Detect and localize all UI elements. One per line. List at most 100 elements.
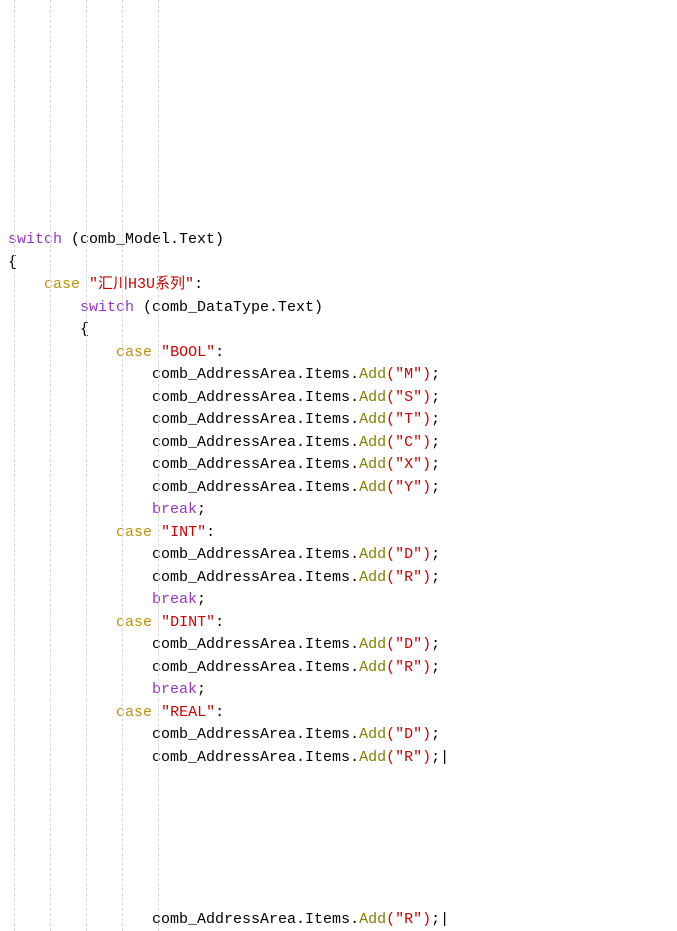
call-prefix: comb_AddressArea.Items.: [152, 411, 359, 428]
keyword-switch: switch: [8, 231, 62, 248]
line-1: switch (comb_Model.Text): [8, 231, 224, 248]
keyword-switch: switch: [80, 299, 134, 316]
semi: ;: [431, 456, 440, 473]
arg-s: ("S"): [386, 389, 431, 406]
line-24: comb_AddressArea.Items.Add("R");|: [8, 749, 449, 766]
semi: ;: [431, 411, 440, 428]
semi: ;: [431, 546, 440, 563]
line-9: comb_AddressArea.Items.Add("T");: [8, 411, 440, 428]
method-add: Add: [359, 749, 386, 766]
semi: ;: [431, 636, 440, 653]
keyword-break: break: [152, 501, 197, 518]
semi: ;: [431, 366, 440, 383]
line-13: break;: [8, 501, 206, 518]
line-17: break;: [8, 591, 206, 608]
line-18: case "DINT":: [8, 614, 224, 631]
arg-c: ("C"): [386, 434, 431, 451]
case-label-bool: "BOOL": [161, 344, 215, 361]
arg-x: ("X"): [386, 456, 431, 473]
semi: ;: [431, 434, 440, 451]
line-19: comb_AddressArea.Items.Add("D");: [8, 636, 440, 653]
colon: :: [215, 614, 224, 631]
method-add: Add: [359, 726, 386, 743]
case-label-int: "INT": [161, 524, 206, 541]
line-22: case "REAL":: [8, 704, 224, 721]
line-5: {: [8, 321, 89, 338]
semi: ;: [431, 479, 440, 496]
semi: ;: [431, 389, 440, 406]
call-prefix: comb_AddressArea.Items.: [152, 569, 359, 586]
brace-open: {: [80, 321, 89, 338]
line-4: switch (comb_DataType.Text): [8, 299, 323, 316]
arg-d: ("D"): [386, 726, 431, 743]
colon: :: [206, 524, 215, 541]
call-prefix: comb_AddressArea.Items.: [152, 546, 359, 563]
semi: ;: [431, 569, 440, 586]
end-duplicate-artifact: comb_AddressArea.Items.Add("R");|: [0, 909, 677, 931]
line-20: comb_AddressArea.Items.Add("R");: [8, 659, 440, 676]
text-cursor: |: [440, 749, 449, 766]
semi: ;: [197, 591, 206, 608]
semi: ;: [431, 726, 440, 743]
call-prefix: comb_AddressArea.Items.: [152, 659, 359, 676]
method-add: Add: [359, 479, 386, 496]
method-add: Add: [359, 636, 386, 653]
colon: :: [194, 276, 203, 293]
brace-open: {: [8, 254, 17, 271]
call-prefix: comb_AddressArea.Items.: [152, 434, 359, 451]
line-11: comb_AddressArea.Items.Add("X");: [8, 456, 440, 473]
case-label-h3u: "汇川H3U系列": [89, 276, 194, 293]
arg-r: ("R"): [386, 749, 431, 766]
line-2: {: [8, 254, 17, 271]
line-3: case "汇川H3U系列":: [8, 276, 203, 293]
call-prefix: comb_AddressArea.Items.: [152, 749, 359, 766]
arg-d: ("D"): [386, 546, 431, 563]
semi: ;: [431, 659, 440, 676]
line-16: comb_AddressArea.Items.Add("R");: [8, 569, 440, 586]
line-15: comb_AddressArea.Items.Add("D");: [8, 546, 440, 563]
arg-t: ("T"): [386, 411, 431, 428]
method-add: Add: [359, 411, 386, 428]
keyword-case: case: [44, 276, 80, 293]
semi: ;: [197, 501, 206, 518]
call-prefix: comb_AddressArea.Items.: [152, 366, 359, 383]
keyword-case: case: [116, 344, 152, 361]
keyword-case: case: [116, 704, 152, 721]
line-12: comb_AddressArea.Items.Add("Y");: [8, 479, 440, 496]
arg-m: ("M"): [386, 366, 431, 383]
method-add: Add: [359, 389, 386, 406]
call-prefix: comb_AddressArea.Items.: [152, 726, 359, 743]
keyword-break: break: [152, 681, 197, 698]
method-add: Add: [359, 659, 386, 676]
line-7: comb_AddressArea.Items.Add("M");: [8, 366, 440, 383]
arg-d: ("D"): [386, 636, 431, 653]
semi: ;: [431, 749, 440, 766]
semi: ;: [197, 681, 206, 698]
keyword-case: case: [116, 614, 152, 631]
line-14: case "INT":: [8, 524, 215, 541]
keyword-break: break: [152, 591, 197, 608]
keyword-case: case: [116, 524, 152, 541]
colon: :: [215, 344, 224, 361]
method-add: Add: [359, 569, 386, 586]
switch-outer-expr: (comb_Model.Text): [62, 231, 224, 248]
case-label-dint: "DINT": [161, 614, 215, 631]
method-add: Add: [359, 456, 386, 473]
method-add: Add: [359, 546, 386, 563]
arg-r: ("R"): [386, 569, 431, 586]
call-prefix: comb_AddressArea.Items.: [152, 479, 359, 496]
code-editor[interactable]: switch (comb_Model.Text) { case "汇川H3U系列…: [8, 229, 673, 769]
line-21: break;: [8, 681, 206, 698]
arg-y: ("Y"): [386, 479, 431, 496]
call-prefix: comb_AddressArea.Items.: [152, 636, 359, 653]
call-prefix: comb_AddressArea.Items.: [152, 389, 359, 406]
line-6: case "BOOL":: [8, 344, 224, 361]
switch-inner-expr: (comb_DataType.Text): [134, 299, 323, 316]
line-8: comb_AddressArea.Items.Add("S");: [8, 389, 440, 406]
case-label-real: "REAL": [161, 704, 215, 721]
line-10: comb_AddressArea.Items.Add("C");: [8, 434, 440, 451]
arg-r: ("R"): [386, 659, 431, 676]
method-add: Add: [359, 434, 386, 451]
colon: :: [215, 704, 224, 721]
line-23: comb_AddressArea.Items.Add("D");: [8, 726, 440, 743]
